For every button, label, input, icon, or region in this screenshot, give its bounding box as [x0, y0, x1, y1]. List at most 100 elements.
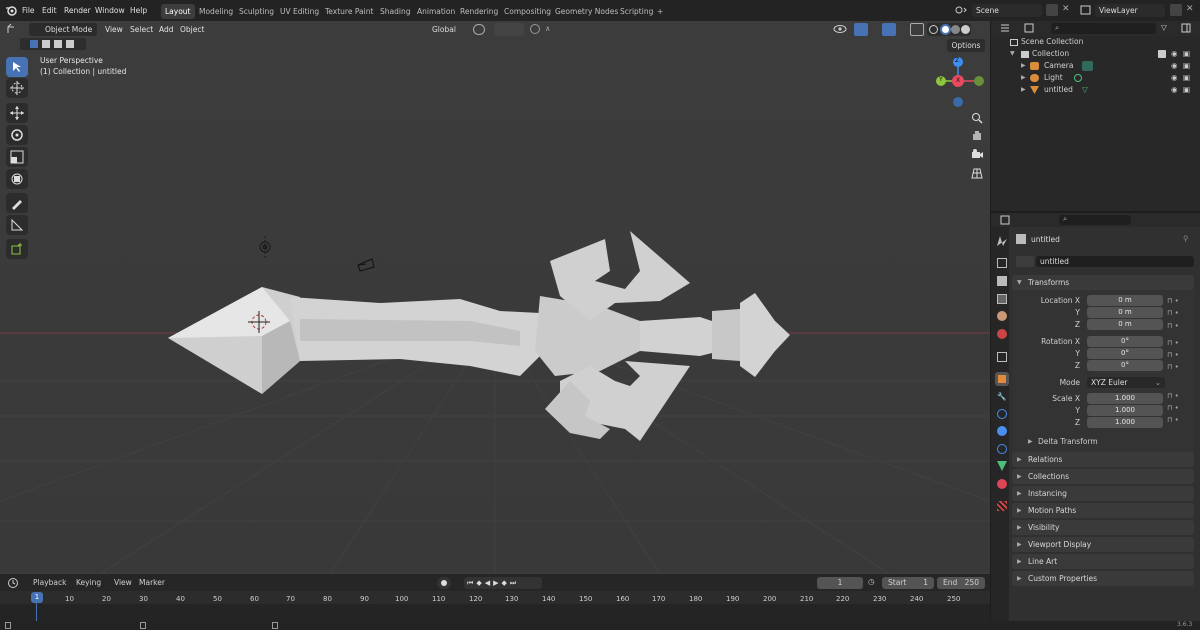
timeline-menu-playback[interactable]: Playback [33, 578, 66, 587]
lock-icon[interactable]: ⊓ • [1167, 361, 1195, 373]
record-button[interactable] [437, 577, 451, 589]
jump-end-icon[interactable]: ⏭ [510, 579, 519, 587]
outliner-row-light[interactable]: ▶ Light ◉ ▣ [991, 72, 1200, 84]
location-x-field[interactable]: 0 m [1087, 295, 1163, 306]
timeline-menu-marker[interactable]: Marker [139, 578, 165, 587]
viewport-menu-add[interactable]: Add [159, 24, 174, 36]
new-collection-icon[interactable] [1181, 23, 1193, 34]
scene-icon[interactable] [954, 4, 968, 17]
next-keyframe-icon[interactable]: ◆ [501, 579, 509, 587]
new-scene-icon[interactable] [1046, 4, 1058, 16]
select-intersect-icon[interactable] [66, 40, 74, 48]
transforms-panel-header[interactable]: ▼ Transforms [1012, 275, 1194, 290]
camera-visibility-icon[interactable]: ◉ [1171, 60, 1178, 72]
preview-range-icon[interactable]: ◷ [868, 577, 878, 589]
constraints-tab-icon[interactable] [997, 444, 1007, 454]
select-extend-icon[interactable] [42, 40, 50, 48]
light-render-icon[interactable]: ▣ [1183, 72, 1190, 84]
view-layer-tab-icon[interactable] [997, 294, 1007, 304]
tab-layout[interactable]: Layout [161, 4, 195, 19]
tab-uv-editing[interactable]: UV Editing [276, 4, 323, 19]
tab-texture-paint[interactable]: Texture Paint [321, 4, 377, 19]
relations-panel-header[interactable]: ▶ Relations [1012, 452, 1194, 467]
select-new-icon[interactable] [30, 40, 38, 48]
delta-transform-subpanel[interactable]: ▶ Delta Transform [1020, 436, 1098, 448]
lock-icon[interactable]: ⊓ • [1167, 414, 1195, 426]
viewport-display-panel-header[interactable]: ▶ Viewport Display [1012, 537, 1194, 552]
expand-camera-icon[interactable]: ▶ [1021, 60, 1026, 72]
add-workspace-button[interactable]: + [653, 4, 667, 19]
outliner-row-scene-collection[interactable]: Scene Collection [991, 36, 1200, 48]
render-tab-icon[interactable] [997, 258, 1007, 268]
rotate-tool[interactable] [6, 125, 28, 145]
tab-shading[interactable]: Shading [376, 4, 414, 19]
instancing-panel-header[interactable]: ▶ Instancing [1012, 486, 1194, 501]
editor-type-icon[interactable] [5, 23, 21, 36]
collection-render-icon[interactable]: ▣ [1183, 48, 1190, 60]
rendered-shading-icon[interactable] [961, 25, 970, 34]
tab-rendering[interactable]: Rendering [456, 4, 502, 19]
select-subtract-icon[interactable] [54, 40, 62, 48]
viewport-menu-view[interactable]: View [105, 24, 123, 36]
end-frame-field[interactable]: End 250 [937, 577, 985, 589]
shading-mode-buttons[interactable] [927, 23, 971, 36]
3d-viewport[interactable]: Object Mode View Select Add Object Globa… [0, 21, 990, 574]
measure-tool[interactable] [6, 215, 28, 235]
scale-z-field[interactable]: 1.000 [1087, 417, 1163, 428]
tab-geometry-nodes[interactable]: Geometry Nodes [551, 4, 622, 19]
scene-field[interactable]: Scene [972, 4, 1042, 17]
scene-tab-icon[interactable] [997, 311, 1007, 321]
new-view-layer-icon[interactable] [1170, 4, 1182, 16]
expand-collection-icon[interactable]: ▼ [1010, 48, 1015, 60]
visibility-panel-header[interactable]: ▶ Visibility [1012, 520, 1194, 535]
outliner-row-untitled[interactable]: ▶ untitled ▽ ◉ ▣ [991, 84, 1200, 96]
scale-y-field[interactable]: 1.000 [1087, 405, 1163, 416]
material-shading-icon[interactable] [951, 25, 960, 34]
collection-visibility-icon[interactable]: ◉ [1171, 48, 1178, 60]
lock-icon[interactable]: ⊓ • [1167, 349, 1195, 361]
tab-modeling[interactable]: Modeling [195, 4, 237, 19]
snap-toggle[interactable] [494, 23, 524, 36]
pin-icon[interactable]: ⚲ [1183, 234, 1189, 243]
jump-start-icon[interactable]: ⏮ [467, 579, 476, 587]
outliner-editor-icon[interactable] [999, 23, 1015, 34]
light-data-icon[interactable] [1074, 74, 1082, 82]
menu-edit[interactable]: Edit [42, 4, 57, 17]
lock-icon[interactable]: ⊓ • [1167, 307, 1195, 319]
perspective-grid-icon[interactable] [968, 164, 986, 182]
play-reverse-icon[interactable]: ◀ [485, 579, 493, 587]
expand-light-icon[interactable]: ▶ [1021, 72, 1026, 84]
scale-tool[interactable] [6, 147, 28, 167]
delete-view-layer-icon[interactable]: ✕ [1186, 4, 1196, 16]
playhead[interactable]: 1 [31, 592, 43, 603]
tab-sculpting[interactable]: Sculpting [235, 4, 278, 19]
zoom-icon[interactable] [968, 109, 986, 127]
wireframe-shading-icon[interactable] [929, 25, 938, 34]
mesh-data-icon[interactable]: ▽ [1082, 84, 1088, 96]
light-visibility-icon[interactable]: ◉ [1171, 72, 1178, 84]
menu-render[interactable]: Render [64, 4, 91, 17]
line-art-panel-header[interactable]: ▶ Line Art [1012, 554, 1194, 569]
motion-paths-panel-header[interactable]: ▶ Motion Paths [1012, 503, 1194, 518]
lock-icon[interactable]: ⊓ • [1167, 295, 1195, 307]
untitled-visibility-icon[interactable]: ◉ [1171, 84, 1178, 96]
annotate-tool[interactable] [6, 193, 28, 213]
location-z-field[interactable]: 0 m [1087, 319, 1163, 330]
collections-panel-header[interactable]: ▶ Collections [1012, 469, 1194, 484]
untitled-render-icon[interactable]: ▣ [1183, 84, 1190, 96]
object-name-field[interactable]: untitled [1036, 256, 1194, 267]
lock-icon[interactable]: ⊓ • [1167, 320, 1195, 332]
camera-render-icon[interactable]: ▣ [1183, 60, 1190, 72]
output-tab-icon[interactable] [997, 276, 1007, 286]
orientation-dropdown[interactable]: Global [420, 23, 468, 36]
solid-shading-icon[interactable] [940, 24, 951, 35]
expand-untitled-icon[interactable]: ▶ [1021, 84, 1026, 96]
pivot-icon[interactable] [473, 24, 485, 35]
exclude-checkbox[interactable] [1158, 50, 1166, 58]
timeline-editor-icon[interactable] [7, 577, 21, 589]
viewport-menu-select[interactable]: Select [130, 24, 153, 36]
view-layer-field[interactable]: ViewLayer [1095, 4, 1165, 17]
physics-tab-icon[interactable] [997, 426, 1007, 436]
transform-tool[interactable] [6, 169, 28, 189]
modifier-tab-icon[interactable]: 🔧 [997, 392, 1007, 402]
